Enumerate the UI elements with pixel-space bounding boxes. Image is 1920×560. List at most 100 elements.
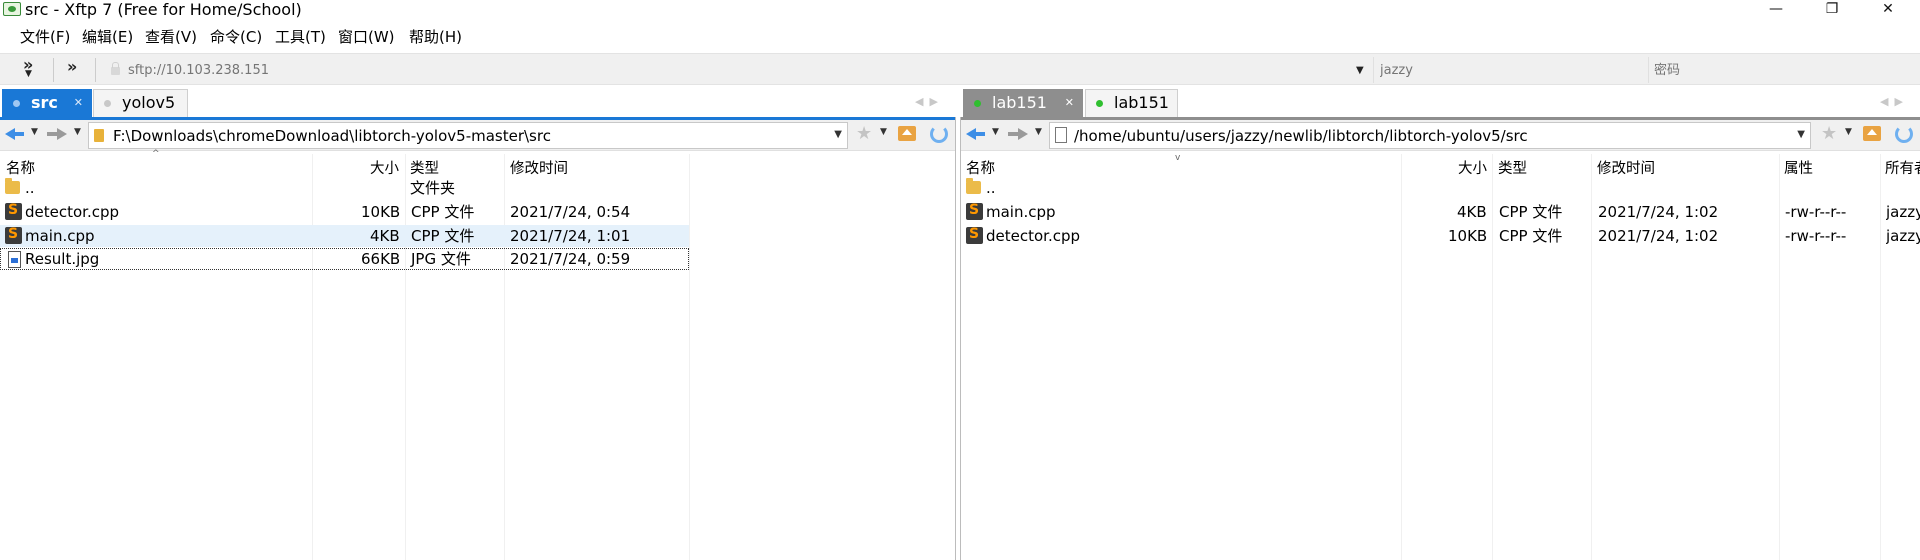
bookmark-dropdown-icon[interactable]: ▼ bbox=[1845, 127, 1852, 137]
home-folder-icon[interactable] bbox=[898, 126, 916, 141]
local-path-toolbar: ▼ ▼ F:\Downloads\chromeDownload\libtorch… bbox=[0, 120, 955, 151]
column-header-name[interactable]: 名称 bbox=[6, 157, 35, 178]
local-path-field[interactable]: F:\Downloads\chromeDownload\libtorch-yol… bbox=[88, 122, 848, 149]
file-name: .. bbox=[986, 179, 996, 197]
column-header-attributes[interactable]: 属性 bbox=[1784, 157, 1813, 178]
menu-file[interactable]: 文件(F) bbox=[20, 28, 70, 46]
back-history-dropdown-icon[interactable]: ▼ bbox=[992, 127, 999, 137]
file-modified: 2021/7/24, 0:59 bbox=[510, 250, 631, 268]
back-history-dropdown-icon[interactable]: ▼ bbox=[31, 127, 38, 137]
remote-path-toolbar: ▼ ▼ /home/ubuntu/users/jazzy/newlib/libt… bbox=[961, 120, 1920, 151]
column-header-size[interactable]: 大小 bbox=[370, 157, 399, 178]
back-arrow-icon[interactable] bbox=[966, 125, 988, 143]
bookmark-star-icon[interactable]: ★ bbox=[1821, 123, 1837, 144]
file-size: 10KB bbox=[1448, 227, 1488, 245]
back-arrow-icon[interactable] bbox=[5, 125, 27, 143]
tab-lab151[interactable]: lab151 bbox=[1085, 89, 1178, 117]
maximize-button[interactable]: ❐ bbox=[1812, 0, 1852, 20]
file-name: main.cpp bbox=[986, 203, 1056, 221]
remote-file-pane: ▼ ▼ /home/ubuntu/users/jazzy/newlib/libt… bbox=[961, 117, 1920, 560]
toolbar-separator bbox=[95, 58, 96, 82]
forward-arrow-icon[interactable] bbox=[47, 125, 69, 143]
file-modified: 2021/7/24, 1:02 bbox=[1598, 203, 1719, 221]
sublime-file-icon bbox=[5, 202, 22, 220]
tab-status-dot bbox=[104, 100, 111, 107]
bookmark-star-icon[interactable]: ★ bbox=[856, 123, 872, 144]
password-input[interactable] bbox=[1654, 59, 1904, 81]
file-name: detector.cpp bbox=[25, 203, 120, 221]
forward-history-dropdown-icon[interactable]: ▼ bbox=[1035, 127, 1042, 137]
file-owner: jazzy bbox=[1886, 227, 1920, 245]
forward-history-dropdown-icon[interactable]: ▼ bbox=[74, 127, 81, 137]
menu-command[interactable]: 命令(C) bbox=[210, 28, 262, 46]
column-header-name[interactable]: 名称 bbox=[966, 157, 995, 178]
forward-arrow-icon[interactable] bbox=[1008, 125, 1030, 143]
file-type: CPP 文件 bbox=[1499, 227, 1563, 245]
host-history-dropdown-icon[interactable]: ▼ bbox=[1356, 65, 1364, 76]
column-header-modified[interactable]: 修改时间 bbox=[510, 157, 568, 178]
file-type: 文件夹 bbox=[410, 179, 456, 197]
menu-view[interactable]: 查看(V) bbox=[145, 28, 197, 46]
field-separator bbox=[1648, 57, 1649, 83]
close-tab-icon[interactable]: ✕ bbox=[74, 90, 83, 116]
minimize-button[interactable]: — bbox=[1756, 0, 1796, 20]
file-row-focused[interactable]: Result.jpg 66KB JPG 文件 2021/7/24, 0:59 bbox=[0, 248, 689, 270]
file-type: CPP 文件 bbox=[1499, 203, 1563, 221]
file-row[interactable]: .. bbox=[961, 177, 1920, 199]
column-header-modified[interactable]: 修改时间 bbox=[1597, 157, 1655, 178]
file-size: 4KB bbox=[370, 227, 400, 245]
local-column-header: 名称 ^ 大小 类型 修改时间 bbox=[0, 149, 955, 178]
close-tab-icon[interactable]: ✕ bbox=[1065, 90, 1074, 116]
column-header-size[interactable]: 大小 bbox=[1458, 157, 1487, 178]
file-size: 66KB bbox=[361, 250, 401, 268]
address-overflow-icon[interactable]: » bbox=[67, 57, 77, 76]
host-address-input[interactable] bbox=[128, 59, 1348, 81]
bookmark-dropdown-icon[interactable]: ▼ bbox=[880, 127, 887, 137]
window-title: src - Xftp 7 (Free for Home/School) bbox=[25, 0, 302, 19]
column-divider bbox=[689, 154, 690, 560]
column-header-type[interactable]: 类型 bbox=[1498, 157, 1527, 178]
refresh-icon[interactable] bbox=[930, 125, 948, 143]
column-header-owner[interactable]: 所有者 bbox=[1885, 157, 1920, 178]
file-size: 4KB bbox=[1457, 203, 1487, 221]
menu-help[interactable]: 帮助(H) bbox=[409, 28, 462, 46]
tab-lab151-active[interactable]: lab151 ✕ bbox=[963, 89, 1083, 117]
folder-icon bbox=[966, 178, 981, 194]
file-modified: 2021/7/24, 0:54 bbox=[510, 203, 631, 221]
file-row[interactable]: main.cpp 4KB CPP 文件 2021/7/24, 1:02 -rw-… bbox=[961, 201, 1920, 223]
menu-window[interactable]: 窗口(W) bbox=[338, 28, 395, 46]
file-size: 10KB bbox=[361, 203, 401, 221]
username-input[interactable] bbox=[1380, 59, 1640, 81]
toolbar-overflow-dropdown-icon[interactable]: ▼ bbox=[25, 69, 32, 79]
tab-status-dot bbox=[1096, 100, 1103, 107]
sort-ascending-icon: ^ bbox=[152, 149, 160, 159]
path-dropdown-icon[interactable]: ▼ bbox=[834, 129, 842, 140]
file-row[interactable]: detector.cpp 10KB CPP 文件 2021/7/24, 1:02… bbox=[961, 225, 1920, 247]
remote-path-text: /home/ubuntu/users/jazzy/newlib/libtorch… bbox=[1074, 127, 1528, 145]
remote-path-field[interactable]: /home/ubuntu/users/jazzy/newlib/libtorch… bbox=[1049, 122, 1811, 149]
file-row[interactable]: .. 文件夹 bbox=[0, 177, 689, 199]
refresh-icon[interactable] bbox=[1895, 125, 1913, 143]
file-type: CPP 文件 bbox=[411, 203, 475, 221]
file-row-selected[interactable]: main.cpp 4KB CPP 文件 2021/7/24, 1:01 bbox=[0, 225, 689, 247]
remote-column-header: 名称 v 大小 类型 修改时间 属性 所有者 bbox=[961, 153, 1920, 178]
document-icon bbox=[1055, 127, 1067, 143]
menu-edit[interactable]: 编辑(E) bbox=[82, 28, 133, 46]
folder-icon bbox=[5, 178, 20, 194]
left-tab-strip: src ✕ yolov5 bbox=[0, 89, 955, 117]
sublime-file-icon bbox=[5, 226, 22, 244]
title-bar: src - Xftp 7 (Free for Home/School) — ❐ … bbox=[0, 0, 1920, 20]
folder-icon bbox=[94, 129, 104, 142]
file-modified: 2021/7/24, 1:01 bbox=[510, 227, 631, 245]
tab-src[interactable]: src ✕ bbox=[2, 89, 92, 117]
path-dropdown-icon[interactable]: ▼ bbox=[1797, 129, 1805, 140]
column-header-type[interactable]: 类型 bbox=[410, 157, 439, 178]
menu-tools[interactable]: 工具(T) bbox=[275, 28, 326, 46]
tab-yolov5[interactable]: yolov5 bbox=[93, 89, 188, 117]
close-window-button[interactable]: ✕ bbox=[1868, 0, 1908, 20]
home-folder-icon[interactable] bbox=[1863, 126, 1881, 141]
menu-bar: 文件(F) 编辑(E) 查看(V) 命令(C) 工具(T) 窗口(W) 帮助(H… bbox=[0, 24, 1920, 50]
right-tab-scroll-arrows-icon[interactable]: ◀▶ bbox=[1880, 95, 1909, 108]
left-tab-scroll-arrows-icon[interactable]: ◀▶ bbox=[915, 95, 944, 108]
file-row[interactable]: detector.cpp 10KB CPP 文件 2021/7/24, 0:54 bbox=[0, 201, 689, 223]
